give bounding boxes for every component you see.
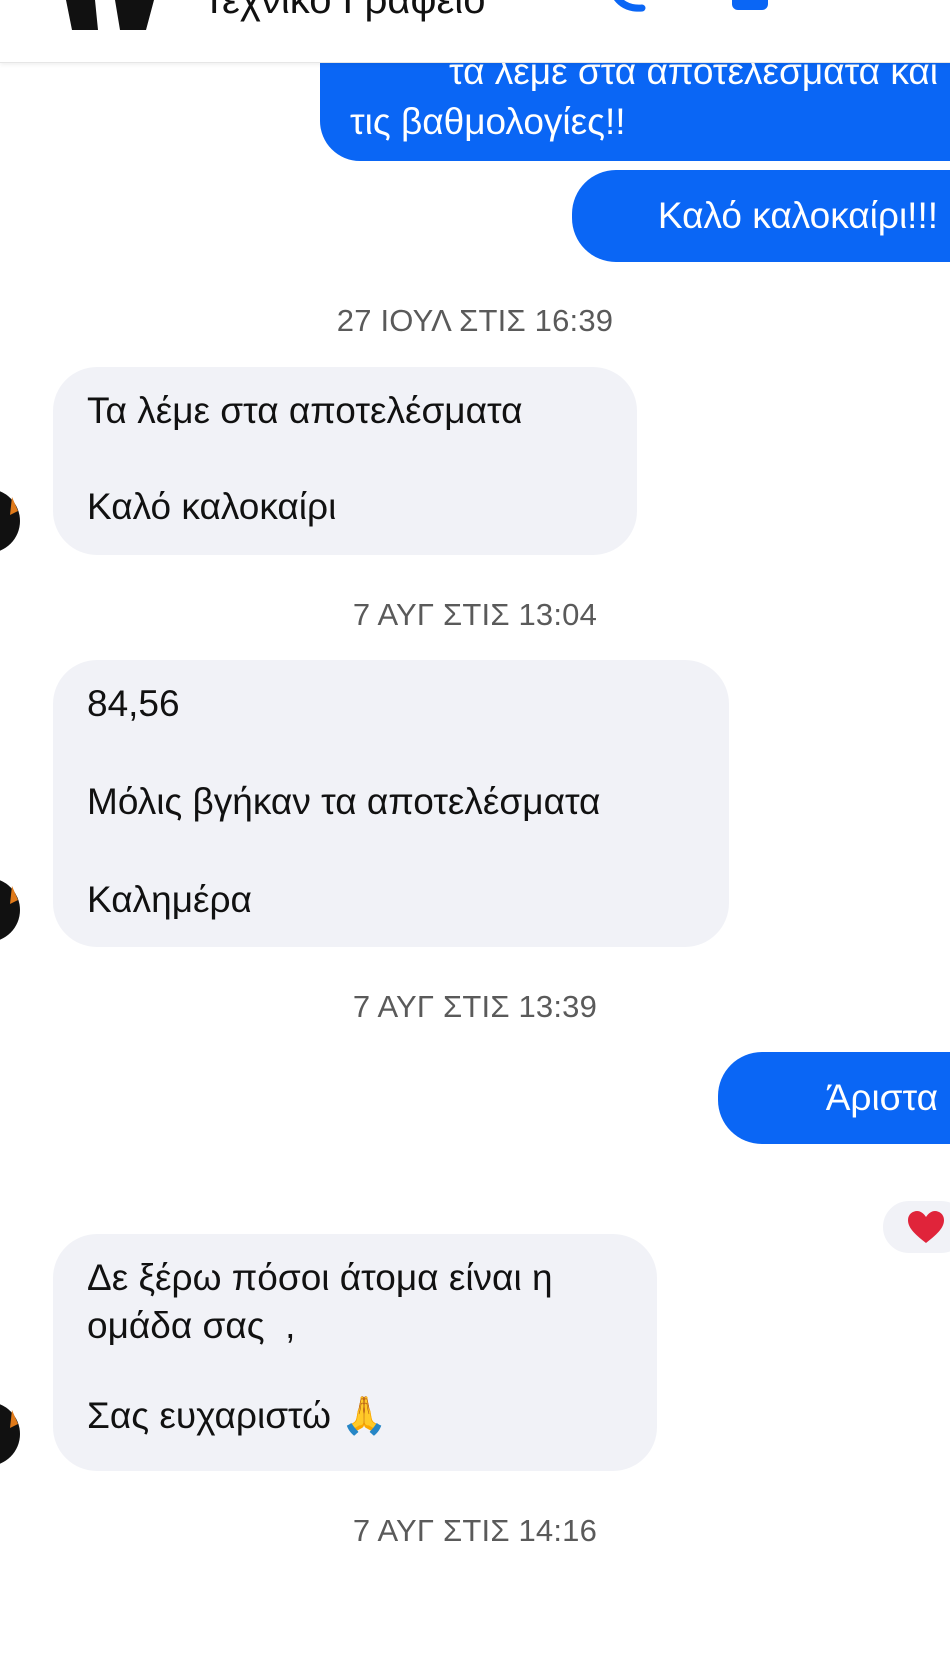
message-timestamp: 7 ΑΥΓ ΣΤΙΣ 13:04 xyxy=(352,597,598,632)
sender-avatar[interactable] xyxy=(0,487,22,555)
message-timestamp: 7 ΑΥΓ ΣΤΙΣ 14:16 xyxy=(352,1513,598,1548)
heart-icon xyxy=(908,1211,944,1243)
video-call-icon[interactable] xyxy=(730,0,772,14)
message-timestamp: 7 ΑΥΓ ΣΤΙΣ 13:39 xyxy=(352,989,598,1024)
message-text-line: ομάδα σας , xyxy=(87,1305,296,1346)
phone-icon[interactable] xyxy=(608,0,648,14)
chat-header: Τεχνικό Γραφείο xyxy=(0,0,950,63)
message-text-line: Καλημέρα xyxy=(87,879,252,920)
message-text-line: Μόλις βγήκαν τα αποτελέσματα xyxy=(87,781,601,822)
contact-name[interactable]: Τεχνικό Γραφείο xyxy=(202,0,485,23)
info-icon[interactable] xyxy=(840,0,886,14)
message-text-line: Σας ευχαριστώ 🙏 xyxy=(87,1395,388,1436)
message-gap xyxy=(87,728,695,778)
incoming-message[interactable]: Δε ξέρω πόσοι άτομα είναι η ομάδα σας , … xyxy=(53,1234,657,1471)
sender-avatar[interactable] xyxy=(0,1400,22,1468)
outgoing-message[interactable]: Άριστα xyxy=(718,1052,950,1144)
message-text-line: Δε ξέρω πόσοι άτομα είναι η xyxy=(87,1257,553,1298)
message-timestamp: 27 ΙΟΥΛ ΣΤΙΣ 16:39 xyxy=(336,303,614,338)
sender-avatar[interactable] xyxy=(0,876,22,944)
message-text-line: Καλό καλοκαίρι xyxy=(87,486,337,527)
message-text-line: 84,56 xyxy=(87,683,180,724)
message-text: Άριστα xyxy=(825,1077,938,1118)
message-gap xyxy=(87,826,695,876)
outgoing-message[interactable]: Καλό καλοκαίρι!!! xyxy=(572,170,950,262)
contact-avatar[interactable] xyxy=(58,0,162,30)
message-text: Καλό καλοκαίρι!!! xyxy=(657,195,938,236)
message-text-line: τις βαθμολογίες!! xyxy=(350,101,626,142)
incoming-message[interactable]: Τα λέμε στα αποτελέσματα Καλό καλοκαίρι xyxy=(53,367,637,555)
message-gap xyxy=(87,1350,623,1392)
incoming-message[interactable]: 84,56 Μόλις βγήκαν τα αποτελέσματα Καλημ… xyxy=(53,660,729,947)
outgoing-message[interactable]: τα λέμε στα αποτελέσματα και τις βαθμολο… xyxy=(320,51,950,161)
message-reaction[interactable] xyxy=(880,1198,950,1256)
message-text-line: Τα λέμε στα αποτελέσματα xyxy=(87,390,523,431)
